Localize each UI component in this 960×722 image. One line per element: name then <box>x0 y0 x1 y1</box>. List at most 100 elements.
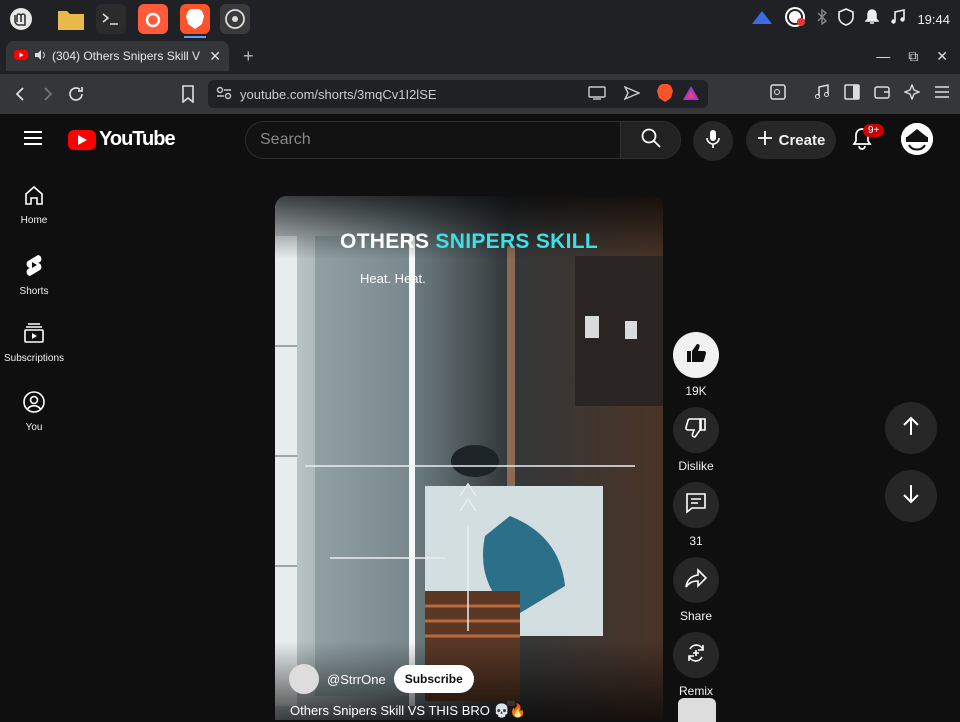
short-title[interactable]: Others Snipers Skill VS THIS BRO 💀🔥 <box>290 703 526 719</box>
send-icon[interactable] <box>623 85 641 103</box>
search-icon <box>641 128 661 153</box>
previous-short-button[interactable] <box>885 402 937 454</box>
tab-strip: (304) Others Snipers Skill V ✕ + — ⧉ ✕ <box>0 38 960 74</box>
sidebar-icon[interactable] <box>844 83 860 105</box>
brave-shields-icon[interactable] <box>656 83 674 106</box>
sidebar-item-subscriptions[interactable]: Subscriptions <box>0 304 68 373</box>
new-tab-icon[interactable]: + <box>243 46 254 67</box>
comment-icon <box>685 492 707 519</box>
avatar[interactable] <box>901 123 933 155</box>
remix-label: Remix <box>678 684 713 698</box>
comments-button[interactable] <box>673 482 719 528</box>
like-count: 19K <box>685 384 707 398</box>
tab-title: (304) Others Snipers Skill V <box>52 49 201 63</box>
sidebar-item-label: Home <box>20 215 48 226</box>
terminal-icon[interactable] <box>96 4 126 34</box>
close-tab-icon[interactable]: ✕ <box>209 48 221 65</box>
shield-icon[interactable] <box>838 7 855 31</box>
obs-icon[interactable] <box>220 4 250 34</box>
back-icon[interactable] <box>6 80 34 108</box>
youtube-logo-icon <box>68 129 96 150</box>
leo-ai-icon[interactable] <box>903 82 921 105</box>
search-button[interactable] <box>620 122 680 158</box>
video-overlay-title: OTHERS SNIPERS SKILL <box>275 230 663 254</box>
dislike-action: Dislike <box>673 407 719 473</box>
remix-action: Remix <box>673 632 719 698</box>
thumbs-down-icon <box>685 417 707 444</box>
reload-icon[interactable] <box>62 80 90 108</box>
share-action: Share <box>673 557 719 623</box>
browser-toolbar: youtube.com/shorts/3mqCv1I2lSE <box>0 74 960 114</box>
media-icon[interactable] <box>814 83 830 105</box>
voice-search-button[interactable] <box>693 121 733 161</box>
like-button[interactable] <box>673 332 719 378</box>
app-icon[interactable] <box>138 4 168 34</box>
taskbar: 19:44 <box>0 0 960 38</box>
share-icon <box>685 567 708 593</box>
obs-tray-icon[interactable] <box>784 6 806 33</box>
brave-icon[interactable] <box>180 4 210 38</box>
close-window-icon[interactable]: ✕ <box>936 48 948 65</box>
title-part-cyan: SNIPERS SKILL <box>435 230 599 253</box>
minimize-icon[interactable]: — <box>876 48 890 64</box>
url-bar[interactable]: youtube.com/shorts/3mqCv1I2lSE <box>208 80 708 108</box>
youtube-logo[interactable]: YouTube <box>68 128 176 151</box>
share-label: Share <box>679 609 713 623</box>
reader-mode-icon[interactable] <box>770 83 786 105</box>
microphone-icon <box>706 129 720 154</box>
subscribe-button[interactable]: Subscribe <box>393 665 474 693</box>
site-settings-icon[interactable] <box>216 86 232 103</box>
video-caption: Heat. Heat. <box>360 271 426 286</box>
share-button[interactable] <box>673 557 719 603</box>
forward-icon[interactable] <box>34 80 62 108</box>
speaker-icon[interactable] <box>34 49 46 64</box>
dislike-label: Dislike <box>678 459 714 473</box>
sidebar-item-label: You <box>25 422 43 433</box>
home-icon <box>23 184 45 209</box>
guide-menu-icon[interactable] <box>24 131 42 145</box>
sidebar: Home Shorts Subscriptions You <box>0 166 68 442</box>
notification-tray-icon[interactable] <box>864 8 881 30</box>
music-icon[interactable] <box>890 8 906 30</box>
sidebar-item-home[interactable]: Home <box>0 166 68 235</box>
remix-button[interactable] <box>673 632 719 678</box>
sidebar-item-shorts[interactable]: Shorts <box>0 235 68 304</box>
comments-count: 31 <box>689 534 703 548</box>
url-text[interactable]: youtube.com/shorts/3mqCv1I2lSE <box>240 87 580 102</box>
bell-icon <box>850 128 874 154</box>
arrow-up-icon <box>902 416 920 441</box>
arrow-down-icon <box>902 484 920 509</box>
sidebar-item-label: Subscriptions <box>3 353 65 364</box>
bluetooth-icon[interactable] <box>817 8 828 30</box>
search-input[interactable] <box>246 122 620 158</box>
notifications-badge: 9+ <box>863 124 885 137</box>
cast-icon[interactable] <box>588 85 606 103</box>
sound-thumbnail[interactable] <box>678 698 716 722</box>
clock[interactable]: 19:44 <box>917 12 950 27</box>
bookmark-icon[interactable] <box>174 80 202 108</box>
sidebar-item-you[interactable]: You <box>0 373 68 442</box>
thumbs-up-icon <box>685 342 707 369</box>
maximize-icon[interactable]: ⧉ <box>908 48 918 65</box>
plus-icon <box>757 130 773 150</box>
short-video-player[interactable]: OTHERS SNIPERS SKILL Heat. Heat. @StrrOn… <box>275 196 663 720</box>
title-part-white: OTHERS <box>339 230 436 253</box>
shorts-icon <box>24 253 44 280</box>
next-short-button[interactable] <box>885 470 937 522</box>
folder-icon[interactable] <box>56 4 86 34</box>
mint-menu-icon[interactable] <box>6 4 36 34</box>
dislike-button[interactable] <box>673 407 719 453</box>
youtube-header: YouTube Create 9+ <box>0 114 960 166</box>
wallet-icon[interactable] <box>874 85 890 104</box>
channel-name[interactable]: @StrrOne <box>327 672 386 687</box>
vpn-icon[interactable] <box>751 9 773 30</box>
brave-rewards-icon[interactable] <box>682 85 700 104</box>
menu-icon[interactable] <box>934 85 950 104</box>
browser-tab[interactable]: (304) Others Snipers Skill V ✕ <box>6 41 229 71</box>
video-frame <box>275 196 663 720</box>
account-icon <box>23 391 45 416</box>
channel-avatar[interactable] <box>289 664 319 694</box>
create-button[interactable]: Create <box>746 121 836 159</box>
like-action: 19K <box>673 332 719 398</box>
channel-row: @StrrOne Subscribe <box>289 664 474 694</box>
